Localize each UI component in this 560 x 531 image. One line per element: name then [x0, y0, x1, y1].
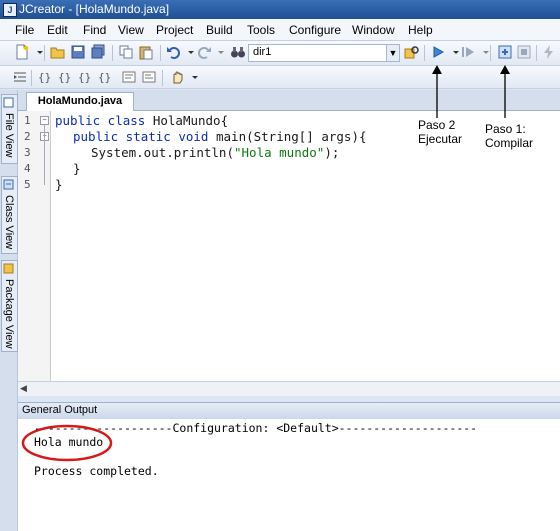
arrow-to-run: [432, 65, 442, 118]
undo-dropdown-icon[interactable]: [183, 44, 194, 60]
comment-icon[interactable]: [121, 69, 137, 85]
output-header: General Output: [18, 402, 560, 420]
menu-file[interactable]: File: [15, 23, 34, 37]
brace-next-icon[interactable]: {}: [77, 69, 93, 85]
compile-icon[interactable]: [497, 44, 513, 60]
svg-text:{}: {}: [38, 71, 51, 84]
redo-icon[interactable]: [196, 44, 212, 60]
line-number: 1: [24, 114, 31, 127]
tab-class-view-label: Class View: [3, 195, 15, 250]
line-number: 5: [24, 178, 31, 191]
arrow-to-compile: [500, 65, 510, 118]
tab-package-view[interactable]: Package View: [1, 260, 18, 352]
new-file-icon[interactable]: [14, 44, 30, 60]
line-number: 4: [24, 162, 31, 175]
tab-file-view-label: File View: [3, 113, 15, 158]
debug-run-icon[interactable]: [460, 44, 476, 60]
code-line: public class HolaMundo{: [55, 113, 229, 128]
brace-select-icon[interactable]: {}: [97, 69, 113, 85]
save-all-icon[interactable]: [90, 44, 106, 60]
output-line: Process completed.: [34, 464, 159, 478]
tab-holamundo-java[interactable]: HolaMundo.java: [26, 92, 134, 111]
find-in-files-icon[interactable]: [404, 44, 420, 60]
brace-prev-icon[interactable]: {}: [57, 69, 73, 85]
window-title: JCreator - [HolaMundo.java]: [19, 2, 170, 16]
configuration-combo[interactable]: dir1 ▼: [248, 44, 400, 62]
menu-bar: File Edit Find View Project Build Tools …: [0, 19, 560, 41]
code-line: }: [55, 177, 63, 192]
highlight-circle: [21, 424, 113, 462]
run-icon[interactable]: [430, 44, 446, 60]
code-line: public static void main(String[] args){: [73, 129, 367, 144]
menu-help[interactable]: Help: [408, 23, 433, 37]
line-number-gutter: 1 2 3 4 5 − −: [18, 111, 51, 381]
code-line: }: [73, 161, 81, 176]
build-icon[interactable]: [516, 44, 532, 60]
save-icon[interactable]: [70, 44, 86, 60]
line-number: 3: [24, 146, 31, 159]
menu-window[interactable]: Window: [352, 23, 395, 37]
title-bar: J JCreator - [HolaMundo.java]: [0, 0, 560, 19]
open-folder-icon[interactable]: [50, 44, 66, 60]
debug-dropdown-icon[interactable]: [478, 44, 489, 60]
document-tab-bar: HolaMundo.java: [18, 90, 560, 111]
annotation-step2: Paso 2 Ejecutar: [418, 118, 463, 146]
package-view-icon: [3, 263, 14, 274]
menu-find[interactable]: Find: [83, 23, 106, 37]
lightning-icon[interactable]: [541, 44, 557, 60]
svg-text:{}: {}: [58, 71, 71, 84]
hand-icon[interactable]: [169, 69, 185, 85]
uncomment-icon[interactable]: [141, 69, 157, 85]
code-editor[interactable]: 1 2 3 4 5 − − public class HolaMundo{ pu…: [18, 111, 560, 381]
combo-dropdown-icon[interactable]: ▼: [386, 45, 399, 61]
output-title: General Output: [22, 404, 98, 416]
class-view-icon: [3, 179, 14, 190]
configuration-combo-value: dir1: [253, 46, 272, 58]
side-panel-tabs: File View Class View Package View: [0, 90, 18, 531]
fold-collapse-icon[interactable]: −: [40, 116, 49, 125]
binoculars-icon[interactable]: [230, 44, 246, 60]
indent-icon[interactable]: [12, 69, 28, 85]
annotation-step1: Paso 1: Compilar: [485, 122, 534, 150]
toolbar-options-icon[interactable]: [187, 69, 198, 85]
paste-icon[interactable]: [138, 44, 154, 60]
file-view-icon: [3, 97, 14, 108]
editor-horizontal-scrollbar[interactable]: ◀: [18, 381, 560, 396]
edit-toolbar: {} {} {} {}: [0, 66, 560, 89]
menu-view[interactable]: View: [118, 23, 144, 37]
run-dropdown-icon[interactable]: [448, 44, 459, 60]
tab-package-view-label: Package View: [3, 279, 15, 349]
tab-class-view[interactable]: Class View: [1, 176, 18, 254]
menu-build[interactable]: Build: [206, 23, 233, 37]
svg-text:{}: {}: [98, 71, 111, 84]
menu-edit[interactable]: Edit: [47, 23, 68, 37]
brace-match-icon[interactable]: {}: [37, 69, 53, 85]
redo-dropdown-icon[interactable]: [213, 44, 224, 60]
app-icon: J: [3, 3, 17, 17]
line-number: 2: [24, 130, 31, 143]
menu-tools[interactable]: Tools: [247, 23, 275, 37]
tab-file-view[interactable]: File View: [1, 94, 18, 164]
scroll-left-icon[interactable]: ◀: [20, 383, 27, 394]
copy-icon[interactable]: [118, 44, 134, 60]
svg-text:{}: {}: [78, 71, 91, 84]
main-toolbar: dir1 ▼: [0, 41, 560, 66]
menu-project[interactable]: Project: [156, 23, 193, 37]
code-line: System.out.println("Hola mundo");: [91, 145, 340, 160]
undo-icon[interactable]: [166, 44, 182, 60]
new-dropdown-icon[interactable]: [32, 44, 43, 60]
menu-configure[interactable]: Configure: [289, 23, 341, 37]
